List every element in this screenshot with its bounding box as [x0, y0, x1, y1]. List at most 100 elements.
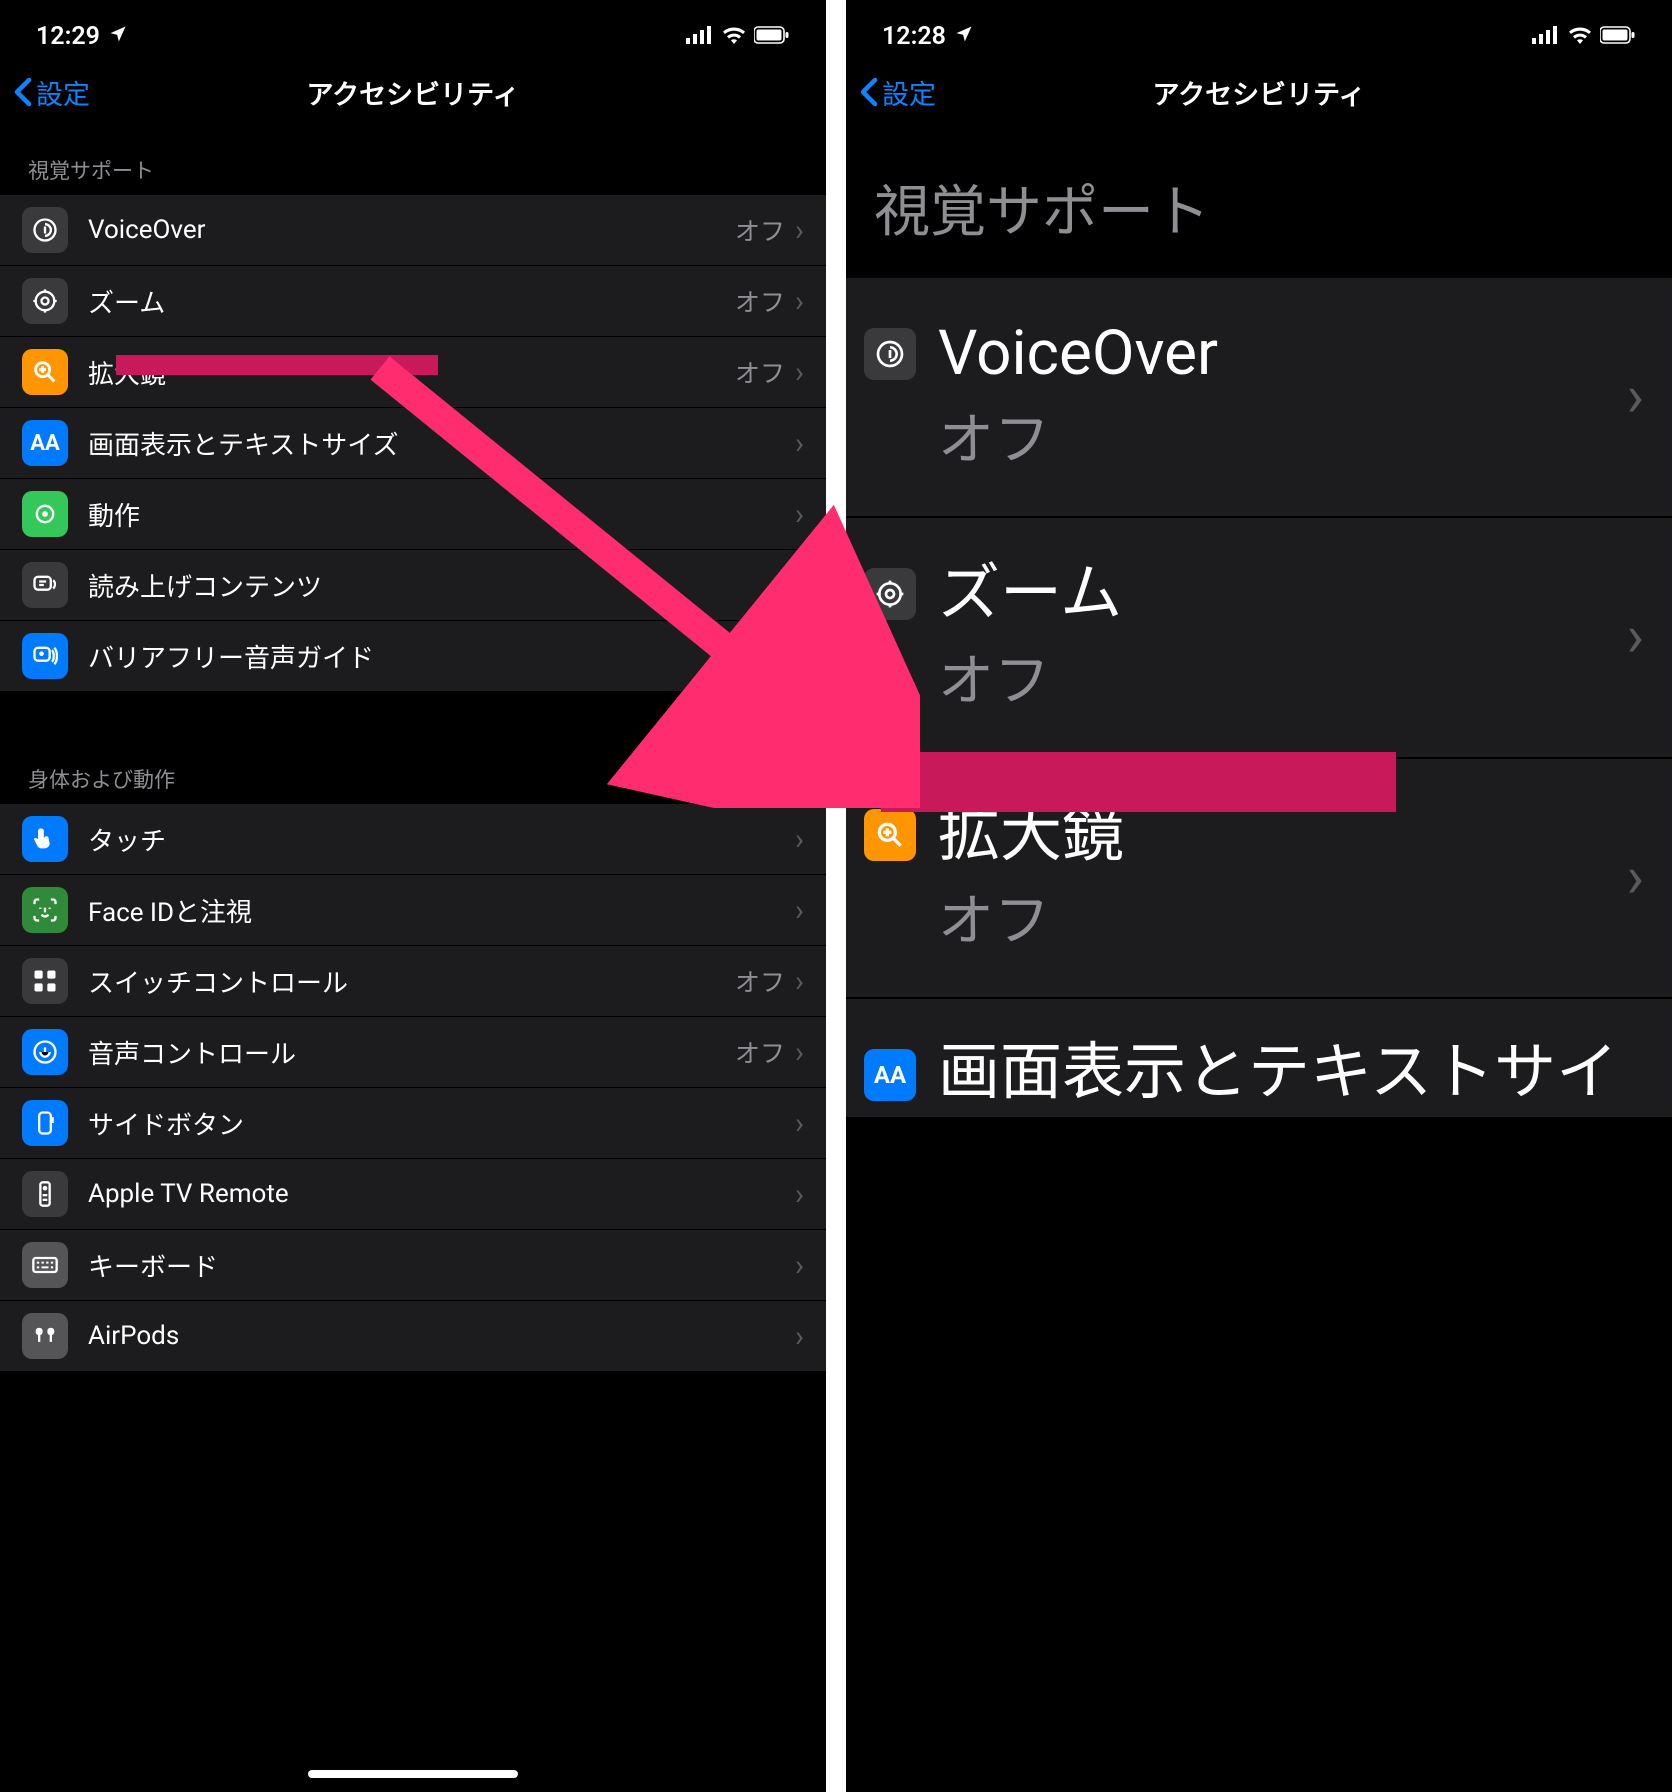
battery-icon [1600, 22, 1636, 51]
chevron-right-icon: › [1627, 844, 1644, 912]
row-status: オフ [938, 876, 1627, 957]
cellular-icon [1532, 22, 1560, 51]
wifi-icon [1568, 22, 1592, 51]
battery-icon [754, 22, 790, 51]
chevron-right-icon: › [1627, 363, 1644, 431]
nav-bar: 設定 アクセシビリティ [0, 57, 826, 127]
phone-left: 12:29 設定 アクセシビリ [0, 0, 826, 1792]
chevron-right-icon: › [795, 822, 804, 857]
row-status: オフ [735, 212, 785, 248]
display-text-icon: AA [22, 420, 68, 466]
home-indicator[interactable] [308, 1770, 518, 1778]
row-label: サイドボタン [88, 1105, 795, 1142]
chevron-right-icon: › [795, 426, 804, 461]
magnifier-icon [22, 349, 68, 395]
voice-control-icon [22, 1029, 68, 1075]
chevron-right-icon: › [795, 355, 804, 390]
back-button[interactable]: 設定 [14, 73, 90, 112]
row-touch[interactable]: タッチ › [0, 804, 826, 875]
row-zoom[interactable]: ズーム オフ › [0, 266, 826, 337]
back-button[interactable]: 設定 [860, 73, 936, 112]
magnifier-icon [864, 809, 916, 861]
row-label: 動作 [88, 496, 795, 533]
chevron-right-icon: › [795, 213, 804, 248]
row-status: オフ [735, 963, 785, 999]
back-label: 設定 [36, 73, 90, 112]
row-label: バリアフリー音声ガイド [88, 638, 735, 675]
page-title: アクセシビリティ [1152, 73, 1365, 112]
row-label: ズーム [938, 558, 1627, 629]
row-motion[interactable]: 動作 › [0, 479, 826, 550]
chevron-right-icon: › [795, 568, 804, 603]
motion-icon [22, 491, 68, 537]
voiceover-icon [864, 328, 916, 380]
row-label: VoiceOver [88, 215, 735, 245]
zoom-icon [22, 278, 68, 324]
row-status: オフ [938, 636, 1627, 717]
side-button-icon [22, 1100, 68, 1146]
row-voiceover[interactable]: VoiceOver オフ › [0, 195, 826, 266]
row-label: Face IDと注視 [88, 892, 795, 929]
phone-right: 12:28 設定 アクセシビリ [846, 0, 1672, 1792]
row-keyboard[interactable]: キーボード › [0, 1230, 826, 1301]
row-display-text[interactable]: AA 画面表示とテキストサイズ › [0, 408, 826, 479]
chevron-right-icon: › [795, 1319, 804, 1354]
row-label: VoiceOver [938, 318, 1627, 389]
chevron-right-icon: › [795, 893, 804, 928]
row-audio-descriptions[interactable]: バリアフリー音声ガイド オフ › [0, 621, 826, 692]
airpods-icon [22, 1313, 68, 1359]
row-label: 画面表示とテキストサイズ [88, 425, 795, 462]
chevron-right-icon: › [795, 1106, 804, 1141]
chevron-right-icon: › [795, 639, 804, 674]
location-icon [108, 22, 128, 51]
chevron-right-icon: › [795, 497, 804, 532]
spoken-content-icon [22, 562, 68, 608]
row-label: タッチ [88, 821, 795, 858]
row-status: オフ [735, 354, 785, 390]
row-status: オフ [735, 283, 785, 319]
row-label: ズーム [88, 283, 735, 320]
row-appletv-remote[interactable]: Apple TV Remote › [0, 1159, 826, 1230]
page-title: アクセシビリティ [306, 73, 519, 112]
row-side-button[interactable]: サイドボタン › [0, 1088, 826, 1159]
section-header-vision: 視覚サポート [0, 127, 826, 195]
switch-control-icon [22, 958, 68, 1004]
section-header-motor: 身体および動作 [0, 736, 826, 804]
row-faceid[interactable]: Face IDと注視 › [0, 875, 826, 946]
voiceover-icon [22, 207, 68, 253]
row-label: Apple TV Remote [88, 1179, 795, 1209]
row-spoken-content[interactable]: 読み上げコンテンツ › [0, 550, 826, 621]
redaction-bar-right [881, 752, 1396, 812]
row-display-text[interactable]: AA 画面表示とテキストサイ [846, 999, 1672, 1119]
status-time: 12:29 [36, 22, 100, 51]
appletv-remote-icon [22, 1171, 68, 1217]
row-switch-control[interactable]: スイッチコントロール オフ › [0, 946, 826, 1017]
row-label: 読み上げコンテンツ [88, 567, 795, 604]
section-header-vision: 視覚サポート [846, 127, 1672, 278]
keyboard-icon [22, 1242, 68, 1288]
status-bar: 12:28 [846, 0, 1672, 57]
chevron-right-icon: › [795, 1177, 804, 1212]
location-icon [954, 22, 974, 51]
row-status: オフ [735, 638, 785, 674]
nav-bar: 設定 アクセシビリティ [846, 57, 1672, 127]
chevron-right-icon: › [795, 1248, 804, 1283]
row-status: オフ [938, 395, 1627, 476]
status-time: 12:28 [882, 22, 946, 51]
chevron-right-icon: › [795, 284, 804, 319]
row-label: AirPods [88, 1321, 795, 1351]
row-label: 音声コントロール [88, 1034, 735, 1071]
row-voiceover[interactable]: VoiceOver オフ › [846, 278, 1672, 518]
row-zoom[interactable]: ズーム オフ › [846, 518, 1672, 758]
redaction-bar-left [116, 355, 438, 375]
cellular-icon [686, 22, 714, 51]
display-text-icon: AA [864, 1049, 916, 1101]
wifi-icon [722, 22, 746, 51]
chevron-right-icon: › [795, 964, 804, 999]
row-airpods[interactable]: AirPods › [0, 1301, 826, 1372]
zoom-icon [864, 568, 916, 620]
faceid-icon [22, 887, 68, 933]
row-label: キーボード [88, 1247, 795, 1284]
row-label: スイッチコントロール [88, 963, 735, 1000]
row-voice-control[interactable]: 音声コントロール オフ › [0, 1017, 826, 1088]
